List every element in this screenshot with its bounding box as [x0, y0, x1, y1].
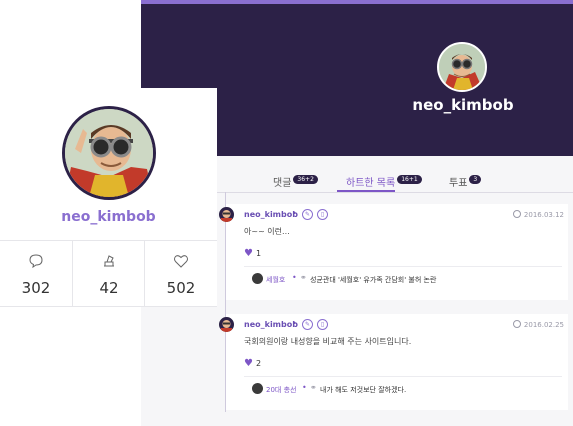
feed-item-header: neo_kimbob • ✎ ▯ 2016.02.25: [219, 314, 568, 336]
stat-comments-value: 302: [21, 279, 51, 297]
feed-item-username[interactable]: neo_kimbob: [244, 210, 298, 219]
feed-item-date: 2016.03.12: [512, 210, 564, 219]
feed-item-date: 2016.02.25: [512, 320, 564, 329]
stat-votes-value: 42: [99, 279, 119, 297]
feed-item-avatar[interactable]: [219, 317, 234, 332]
tab-hearted-count: 16+1: [397, 175, 422, 184]
profile-card: neo_kimbob 302 42 502: [0, 88, 217, 307]
active-tab-indicator: [337, 190, 395, 192]
banner-avatar[interactable]: [437, 42, 487, 92]
banner-username: neo_kimbob: [412, 96, 514, 114]
avatar-photo: [219, 317, 234, 332]
feed-item-likes[interactable]: ♥ 1: [244, 248, 261, 259]
feed-item: neo_kimbob • ✎ ▯ 2016.03.12 아~~ 이런... ♥ 1…: [219, 204, 568, 300]
tab-votes[interactable]: 투표 3: [449, 174, 482, 189]
feed-item-like-count: 2: [255, 359, 262, 368]
tab-comments[interactable]: 댓글 36+2: [273, 174, 318, 189]
tab-comments-label: 댓글: [273, 178, 292, 189]
feed-item-username[interactable]: neo_kimbob: [244, 320, 298, 329]
profile-avatar[interactable]: [62, 106, 156, 200]
link-icon: ⚭: [310, 383, 317, 392]
tab-comments-count: 36+2: [293, 175, 318, 184]
separator-dot: •: [292, 209, 297, 218]
reference-title[interactable]: 성균관대 '세월호' 유가족 간담회' 불허 논란: [310, 275, 436, 285]
feed-item-reference[interactable]: 20대 총선 • ⚭ 내가 해도 저것보단 잘하겠다.: [244, 376, 562, 399]
feed-item-header: neo_kimbob • ✎ ▯ 2016.03.12: [219, 204, 568, 226]
feed-item-text: 아~~ 이런...: [244, 227, 290, 236]
heart-icon: ♥: [244, 248, 253, 259]
clock-icon: [512, 210, 521, 218]
tab-hearted[interactable]: 하트한 목록 16+1: [346, 174, 422, 189]
separator-dot: •: [302, 383, 307, 392]
avatar-photo: [439, 44, 485, 90]
comment-icon: [29, 254, 43, 269]
tab-hearted-label: 하트한 목록: [346, 178, 396, 189]
tab-votes-label: 투표: [449, 178, 468, 189]
feed-item-avatar[interactable]: [219, 207, 234, 222]
avatar-photo: [219, 207, 234, 222]
heart-icon: ♥: [244, 358, 253, 369]
tab-votes-count: 3: [469, 175, 482, 184]
clock-icon: [512, 320, 521, 328]
profile-username: neo_kimbob: [61, 209, 156, 225]
feed-item-date-text: 2016.03.12: [523, 211, 564, 219]
profile-stats: 302 42 502: [0, 240, 217, 307]
vote-icon: [104, 255, 114, 267]
stat-hearts-value: 502: [166, 279, 196, 297]
separator-dot: •: [292, 273, 297, 282]
edit-icon[interactable]: ✎: [302, 319, 313, 330]
reference-topic[interactable]: 세월호: [266, 275, 285, 285]
link-icon: ⚭: [300, 273, 307, 282]
feed-item-date-text: 2016.02.25: [523, 321, 564, 329]
delete-icon[interactable]: ▯: [317, 319, 328, 330]
reference-topic[interactable]: 20대 총선: [266, 385, 296, 395]
feed-item-like-count: 1: [255, 249, 262, 258]
stat-votes[interactable]: 42: [72, 241, 145, 307]
reference-thumbnail: [252, 273, 263, 284]
feed-item: neo_kimbob • ✎ ▯ 2016.02.25 국회의원이랑 내성향을 …: [219, 314, 568, 410]
delete-icon[interactable]: ▯: [317, 209, 328, 220]
feed-item-reference[interactable]: 세월호 • ⚭ 성균관대 '세월호' 유가족 간담회' 불허 논란: [244, 266, 562, 289]
separator-dot: •: [292, 319, 297, 328]
heart-icon: [174, 255, 188, 268]
feed-item-likes[interactable]: ♥ 2: [244, 358, 261, 369]
edit-icon[interactable]: ✎: [302, 209, 313, 220]
avatar-photo: [65, 109, 153, 197]
stat-comments[interactable]: 302: [0, 241, 72, 307]
feed-item-text: 국회의원이랑 내성향을 비교해 주는 사이트입니다.: [244, 337, 412, 346]
stat-hearts[interactable]: 502: [144, 241, 217, 307]
reference-thumbnail: [252, 383, 263, 394]
reference-title[interactable]: 내가 해도 저것보단 잘하겠다.: [320, 385, 406, 395]
